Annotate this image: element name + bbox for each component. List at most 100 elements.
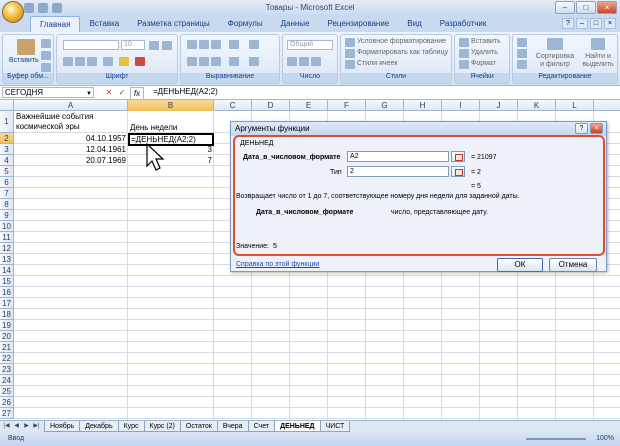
fill-color-icon[interactable]: [119, 57, 129, 66]
align-bottom-icon[interactable]: [211, 40, 221, 49]
format-table-button[interactable]: Форматировать как таблицу: [357, 49, 448, 58]
row-header[interactable]: 23: [0, 364, 14, 375]
tab-view[interactable]: Вид: [398, 16, 430, 32]
tab-review[interactable]: Рецензирование: [318, 16, 398, 32]
sheet-tab[interactable]: Остаток: [179, 421, 218, 432]
autosum-icon[interactable]: [517, 38, 527, 47]
zoom-slider[interactable]: [526, 438, 586, 440]
row-header[interactable]: 18: [0, 309, 14, 320]
row-header[interactable]: 10: [0, 221, 14, 232]
sheet-tab[interactable]: Курс: [117, 421, 145, 432]
format-cells-icon[interactable]: [459, 60, 469, 69]
column-header[interactable]: L: [556, 100, 594, 111]
orientation-icon[interactable]: [229, 40, 239, 49]
font-color-icon[interactable]: [135, 57, 145, 66]
delete-cells-icon[interactable]: [459, 49, 469, 58]
paste-icon[interactable]: [17, 39, 35, 55]
ok-button[interactable]: ОК: [497, 258, 543, 272]
next-sheet-icon[interactable]: ▶: [22, 422, 31, 431]
row-header[interactable]: 11: [0, 232, 14, 243]
indent-icon[interactable]: [229, 57, 239, 66]
restore-icon[interactable]: □: [590, 18, 602, 29]
cell-a4[interactable]: 20.07.1969: [16, 155, 126, 166]
row-header[interactable]: 16: [0, 287, 14, 298]
sheet-tab[interactable]: Счет: [247, 421, 276, 432]
format-painter-icon[interactable]: [41, 63, 51, 72]
active-cell-b2[interactable]: =ДЕНЬНЕД(A2;2): [128, 133, 214, 146]
row-header[interactable]: 1: [0, 111, 14, 133]
close-button[interactable]: ×: [597, 1, 617, 14]
format-cells-button[interactable]: Формат: [471, 60, 496, 69]
close-icon[interactable]: ×: [604, 18, 616, 29]
sort-filter-icon[interactable]: [547, 38, 563, 50]
tab-home[interactable]: Главная: [30, 16, 81, 32]
tab-formulas[interactable]: Формулы: [219, 16, 272, 32]
insert-function-icon[interactable]: fx: [130, 87, 144, 100]
tab-data[interactable]: Данные: [272, 16, 319, 32]
row-header[interactable]: 8: [0, 199, 14, 210]
name-box[interactable]: СЕГОДНЯ ▼: [2, 87, 94, 98]
cancel-button[interactable]: Отмена: [549, 258, 597, 272]
row-header[interactable]: 14: [0, 265, 14, 276]
select-all-corner[interactable]: [0, 100, 14, 111]
align-left-icon[interactable]: [187, 57, 197, 66]
cancel-icon[interactable]: ✕: [104, 87, 114, 100]
cell-b4[interactable]: 7: [128, 155, 212, 166]
tab-insert[interactable]: Вставка: [80, 16, 128, 32]
sort-filter-button[interactable]: Сортировка и фильтр: [535, 53, 575, 71]
find-select-icon[interactable]: [591, 38, 605, 50]
column-header[interactable]: F: [328, 100, 366, 111]
sheet-tab[interactable]: Курс (2): [143, 421, 181, 432]
chevron-down-icon[interactable]: ▼: [86, 89, 92, 99]
office-button[interactable]: [2, 1, 24, 23]
dialog-help-button[interactable]: ?: [575, 123, 588, 134]
cut-icon[interactable]: [41, 39, 51, 48]
align-right-icon[interactable]: [211, 57, 221, 66]
conditional-format-button[interactable]: Условное форматирование: [357, 38, 446, 47]
row-header[interactable]: 13: [0, 254, 14, 265]
find-select-button[interactable]: Найти и выделить: [579, 53, 617, 71]
row-header[interactable]: 19: [0, 320, 14, 331]
row-header[interactable]: 20: [0, 331, 14, 342]
underline-icon[interactable]: [87, 57, 97, 66]
row-header[interactable]: 5: [0, 166, 14, 177]
column-header[interactable]: E: [290, 100, 328, 111]
bold-icon[interactable]: [63, 57, 73, 66]
column-header[interactable]: A: [14, 100, 128, 111]
percent-icon[interactable]: [299, 57, 309, 66]
comma-icon[interactable]: [311, 57, 321, 66]
cell-a3[interactable]: 12.04.1961: [16, 144, 126, 155]
insert-cells-icon[interactable]: [459, 38, 469, 47]
merge-center-icon[interactable]: [249, 57, 259, 66]
insert-cells-button[interactable]: Вставить: [471, 38, 501, 47]
sheet-tab[interactable]: Вчера: [216, 421, 249, 432]
row-header[interactable]: 9: [0, 210, 14, 221]
prev-sheet-icon[interactable]: ◀: [12, 422, 21, 431]
column-header[interactable]: G: [366, 100, 404, 111]
column-header[interactable]: J: [480, 100, 518, 111]
sheet-tab[interactable]: Декабрь: [79, 421, 119, 432]
font-size-box[interactable]: 10: [121, 40, 145, 50]
column-header[interactable]: B: [128, 100, 214, 111]
align-center-icon[interactable]: [199, 57, 209, 66]
row-header[interactable]: 24: [0, 375, 14, 386]
row-header[interactable]: 21: [0, 342, 14, 353]
column-header[interactable]: D: [252, 100, 290, 111]
sheet-tab[interactable]: ЧИСТ: [319, 421, 351, 432]
row-header[interactable]: 3: [0, 144, 14, 155]
shrink-font-icon[interactable]: [162, 41, 172, 50]
row-header[interactable]: 25: [0, 386, 14, 397]
row-header[interactable]: 7: [0, 188, 14, 199]
row-header[interactable]: 15: [0, 276, 14, 287]
maximize-button[interactable]: □: [576, 1, 596, 14]
column-header[interactable]: K: [518, 100, 556, 111]
wrap-text-icon[interactable]: [249, 40, 259, 49]
cell-styles-icon[interactable]: [345, 60, 355, 69]
format-table-icon[interactable]: [345, 49, 355, 58]
first-sheet-icon[interactable]: |◀: [2, 422, 11, 431]
zoom-level[interactable]: 100%: [596, 435, 614, 442]
cell-a1[interactable]: Важнейшие события космической эры: [16, 112, 128, 134]
minimize-button[interactable]: –: [555, 1, 575, 14]
fill-icon[interactable]: [517, 49, 527, 58]
currency-icon[interactable]: [287, 57, 297, 66]
